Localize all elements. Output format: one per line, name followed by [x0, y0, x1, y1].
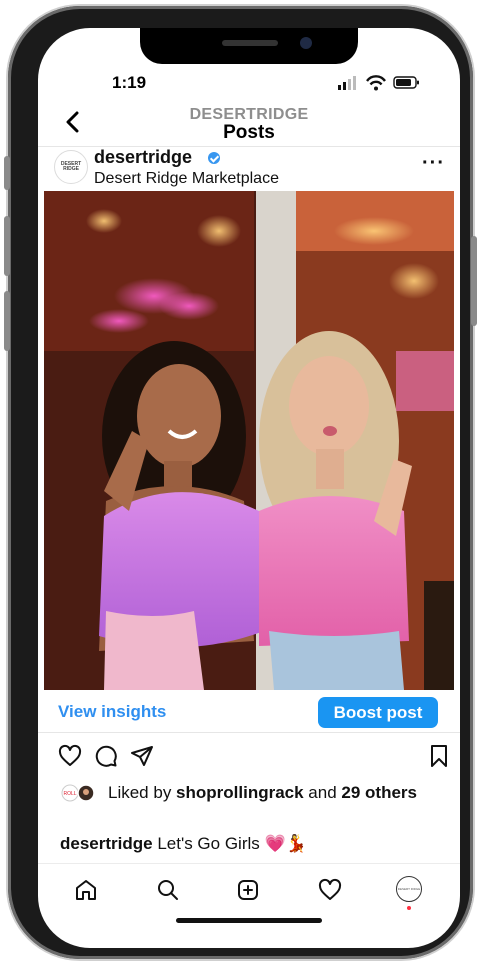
home-icon[interactable]: [74, 878, 98, 902]
bottom-tab-bar: DESERT RIDGE: [38, 863, 460, 914]
create-post-icon[interactable]: [236, 878, 260, 902]
volume-up-button: [4, 216, 10, 276]
speaker: [222, 40, 278, 46]
page-title: Posts: [223, 122, 275, 143]
power-button: [471, 236, 477, 326]
liked-by-user[interactable]: shoprollingrack: [176, 783, 304, 802]
status-icons: [338, 75, 419, 91]
like-heart-icon[interactable]: [58, 744, 82, 768]
post-photo[interactable]: [44, 191, 454, 690]
profile-tab-avatar-text: DESERT RIDGE: [397, 887, 421, 891]
post-location[interactable]: Desert Ridge Marketplace: [94, 170, 279, 188]
notch: [140, 28, 358, 64]
status-time: 1:19: [112, 73, 147, 92]
activity-heart-icon[interactable]: [318, 878, 342, 902]
caption-username[interactable]: desertridge: [60, 834, 153, 853]
insights-bar: View insights Boost post: [38, 692, 460, 733]
boost-post-button[interactable]: Boost post: [318, 697, 438, 728]
post-username[interactable]: desertridge: [94, 147, 192, 168]
front-camera: [300, 37, 312, 49]
liked-by-text[interactable]: Liked by shoprollingrack and 29 others: [108, 782, 428, 803]
verified-badge-icon: [208, 152, 220, 164]
svg-text:ROLL: ROLL: [63, 791, 76, 797]
battery-icon: [393, 76, 419, 89]
volume-down-button: [4, 291, 10, 351]
liked-by-others[interactable]: 29 others: [341, 783, 417, 802]
phone-frame: 1:19 DESERTRIDGE Posts DESERT RIDGE dese…: [4, 6, 477, 959]
more-options-icon[interactable]: ···: [422, 152, 445, 175]
profile-avatar[interactable]: DESERT RIDGE: [54, 150, 88, 184]
post-actions: [58, 744, 448, 770]
caption-text: Let's Go Girls 💗💃: [152, 834, 307, 853]
phone-screen: 1:19 DESERTRIDGE Posts DESERT RIDGE dese…: [38, 28, 460, 948]
profile-tab-avatar[interactable]: DESERT RIDGE: [396, 876, 422, 902]
liked-by-prefix: Liked by: [108, 783, 177, 802]
notification-dot: [407, 906, 411, 910]
signal-icon: [338, 76, 356, 90]
comment-icon[interactable]: [94, 744, 118, 768]
liked-by-avatars: ROLL: [61, 784, 95, 802]
avatar-logo-text: DESERT RIDGE: [60, 161, 82, 172]
liked-by-and: and: [303, 783, 342, 802]
view-insights-link[interactable]: View insights: [58, 702, 166, 722]
share-paper-plane-icon[interactable]: [130, 744, 154, 768]
photo-illustration: [44, 191, 454, 690]
post-caption: desertridge Let's Go Girls 💗💃: [60, 834, 307, 854]
home-indicator: [176, 918, 322, 923]
save-bookmark-icon[interactable]: [428, 744, 450, 768]
search-icon[interactable]: [156, 878, 180, 902]
mute-switch: [4, 156, 10, 190]
wifi-icon: [366, 75, 386, 91]
